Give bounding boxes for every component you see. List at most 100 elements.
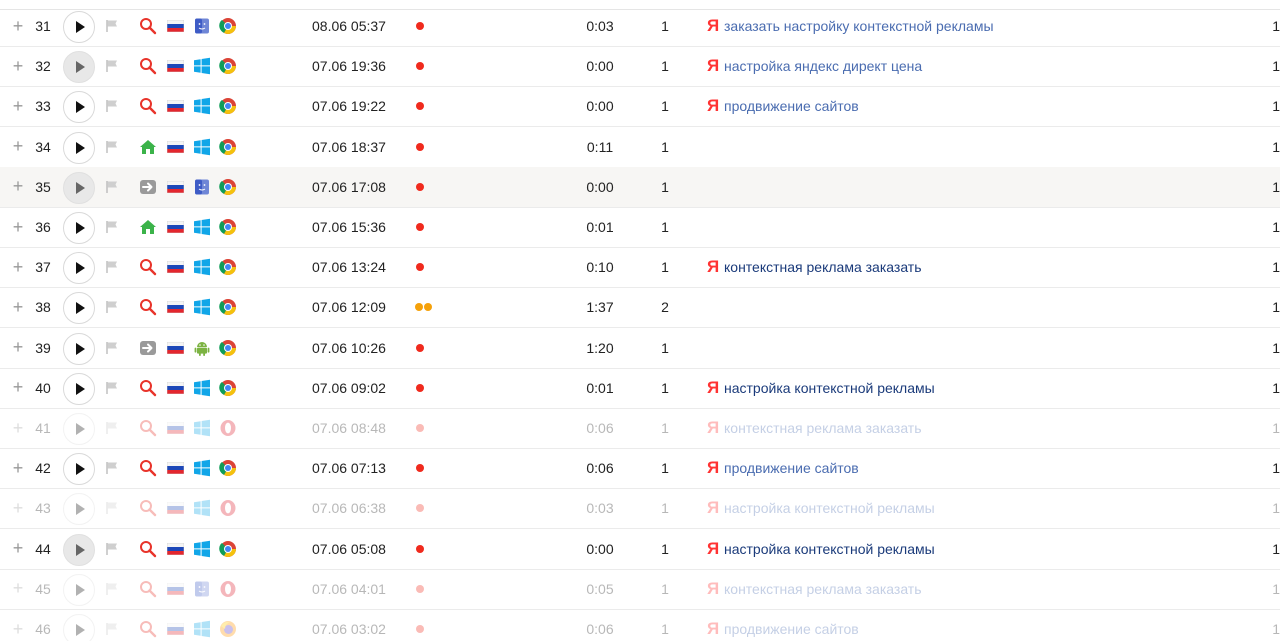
search-query-text[interactable]: настройка контекстной рекламы — [724, 380, 935, 396]
play-recording-button[interactable] — [63, 91, 95, 124]
table-row[interactable]: +37 07.06 13:24 0:10 1 Яконтекстная реклама … — [0, 247, 1280, 289]
flag-icon[interactable] — [104, 488, 120, 528]
visit-datetime[interactable]: 07.06 18:37 — [312, 127, 402, 167]
search-query[interactable]: Яконтекстная реклама заказать — [707, 408, 1227, 448]
search-query[interactable]: Япродвижение сайтов — [707, 86, 1227, 126]
search-query-text[interactable]: заказать настройку контекстной рекламы — [724, 18, 994, 34]
search-query[interactable]: Яконтекстная реклама заказать — [707, 247, 1227, 287]
flag-icon[interactable] — [104, 86, 120, 126]
table-row[interactable]: +46 07.06 03:02 0:06 1 Япродвижение сайтов 1 — [0, 609, 1280, 641]
flag-icon[interactable] — [104, 207, 120, 247]
search-query[interactable]: Япродвижение сайтов — [707, 609, 1227, 641]
table-row[interactable]: +43 07.06 06:38 0:03 1 Янастройка контекстно… — [0, 488, 1280, 530]
flag-icon[interactable] — [104, 408, 120, 448]
visit-datetime[interactable]: 07.06 06:38 — [312, 488, 402, 528]
visit-datetime[interactable]: 07.06 05:08 — [312, 529, 402, 569]
play-recording-button[interactable] — [63, 332, 95, 365]
table-row[interactable]: +32 07.06 19:36 0:00 1 Янастройка яндекс дир… — [0, 46, 1280, 88]
table-row[interactable]: +39 07.06 10:26 1:20 1 1 — [0, 328, 1280, 369]
flag-icon[interactable] — [104, 609, 120, 641]
flag-icon[interactable] — [104, 328, 120, 368]
table-row[interactable]: +45 07.06 04:01 0:05 1 Яконтекстная реклама … — [0, 569, 1280, 610]
search-query[interactable]: Янастройка контекстной рекламы — [707, 529, 1227, 569]
visit-datetime[interactable]: 07.06 19:36 — [312, 46, 402, 86]
search-query-text[interactable]: контекстная реклама заказать — [724, 420, 922, 436]
visit-datetime[interactable]: 07.06 03:02 — [312, 609, 402, 641]
visit-datetime[interactable]: 07.06 10:26 — [312, 328, 402, 368]
flag-icon[interactable] — [104, 368, 120, 408]
expand-plus-icon[interactable]: + — [11, 408, 25, 448]
flag-icon[interactable] — [104, 247, 120, 287]
table-row[interactable]: +41 07.06 08:48 0:06 1 Яконтекстная реклама … — [0, 408, 1280, 449]
visit-datetime[interactable]: 07.06 15:36 — [312, 207, 402, 247]
play-recording-button[interactable] — [63, 171, 95, 204]
flag-icon[interactable] — [104, 6, 120, 46]
expand-plus-icon[interactable]: + — [11, 569, 25, 609]
expand-plus-icon[interactable]: + — [11, 207, 25, 247]
visit-datetime[interactable]: 07.06 17:08 — [312, 167, 402, 207]
play-recording-button[interactable] — [63, 131, 95, 164]
table-row[interactable]: +44 07.06 05:08 0:00 1 Янастройка контекстно… — [0, 529, 1280, 570]
play-recording-button[interactable] — [63, 212, 95, 244]
expand-plus-icon[interactable]: + — [11, 488, 25, 528]
expand-plus-icon[interactable]: + — [11, 448, 25, 488]
table-row[interactable]: +31 08.06 05:37 0:03 1 Язаказать настройку к… — [0, 6, 1280, 47]
table-row[interactable]: +36 07.06 15:36 0:01 1 1 — [0, 207, 1280, 248]
table-row[interactable]: +34 07.06 18:37 0:11 1 1 — [0, 127, 1280, 168]
visit-datetime[interactable]: 07.06 04:01 — [312, 569, 402, 609]
expand-plus-icon[interactable]: + — [11, 6, 25, 46]
play-recording-button[interactable] — [63, 252, 95, 285]
expand-plus-icon[interactable]: + — [11, 529, 25, 569]
search-query-text[interactable]: продвижение сайтов — [724, 98, 859, 114]
expand-plus-icon[interactable]: + — [11, 127, 25, 167]
table-row[interactable]: +42 07.06 07:13 0:06 1 Япродвижение сайтов 1 — [0, 448, 1280, 490]
search-query-text[interactable]: контекстная реклама заказать — [724, 259, 922, 275]
flag-icon[interactable] — [104, 127, 120, 167]
play-recording-button[interactable] — [63, 493, 95, 526]
search-query[interactable]: Янастройка яндекс директ цена — [707, 46, 1227, 86]
search-query[interactable]: Янастройка контекстной рекламы — [707, 368, 1227, 408]
play-recording-button[interactable] — [63, 11, 95, 43]
search-query[interactable]: Язаказать настройку контекстной рекламы — [707, 6, 1227, 46]
table-row[interactable]: +40 07.06 09:02 0:01 1 Янастройка контекстно… — [0, 368, 1280, 409]
play-recording-button[interactable] — [63, 51, 95, 84]
flag-icon[interactable] — [104, 448, 120, 488]
expand-plus-icon[interactable]: + — [11, 368, 25, 408]
search-query-text[interactable]: продвижение сайтов — [724, 460, 859, 476]
expand-plus-icon[interactable]: + — [11, 328, 25, 368]
expand-plus-icon[interactable]: + — [11, 46, 25, 86]
search-query-text[interactable]: настройка контекстной рекламы — [724, 541, 935, 557]
play-recording-button[interactable] — [63, 533, 95, 566]
flag-icon[interactable] — [104, 167, 120, 207]
play-recording-button[interactable] — [63, 413, 95, 445]
expand-plus-icon[interactable]: + — [11, 167, 25, 207]
visit-datetime[interactable]: 08.06 05:37 — [312, 6, 402, 46]
visit-datetime[interactable]: 07.06 07:13 — [312, 448, 402, 488]
flag-icon[interactable] — [104, 529, 120, 569]
visit-datetime[interactable]: 07.06 13:24 — [312, 247, 402, 287]
table-row[interactable]: +33 07.06 19:22 0:00 1 Япродвижение сайтов 1 — [0, 86, 1280, 128]
expand-plus-icon[interactable]: + — [11, 247, 25, 287]
play-recording-button[interactable] — [63, 372, 95, 405]
play-recording-button[interactable] — [63, 573, 95, 606]
search-query[interactable]: Янастройка контекстной рекламы — [707, 488, 1227, 528]
play-recording-button[interactable] — [63, 453, 95, 486]
visit-datetime[interactable]: 07.06 09:02 — [312, 368, 402, 408]
search-query-text[interactable]: настройка контекстной рекламы — [724, 500, 935, 516]
search-query-text[interactable]: контекстная реклама заказать — [724, 581, 922, 597]
table-row[interactable]: +38 07.06 12:09 1:37 2 1 — [0, 287, 1280, 329]
flag-icon[interactable] — [104, 569, 120, 609]
flag-icon[interactable] — [104, 46, 120, 86]
table-row[interactable]: +35 07.06 17:08 0:00 1 1 — [0, 166, 1280, 208]
search-query[interactable]: Япродвижение сайтов — [707, 448, 1227, 488]
search-query[interactable]: Яконтекстная реклама заказать — [707, 569, 1227, 609]
search-query-text[interactable]: настройка яндекс директ цена — [724, 58, 922, 74]
expand-plus-icon[interactable]: + — [11, 86, 25, 126]
expand-plus-icon[interactable]: + — [11, 287, 25, 327]
expand-plus-icon[interactable]: + — [11, 609, 25, 641]
search-query-text[interactable]: продвижение сайтов — [724, 621, 859, 637]
visit-datetime[interactable]: 07.06 08:48 — [312, 408, 402, 448]
play-recording-button[interactable] — [63, 292, 95, 325]
visit-datetime[interactable]: 07.06 12:09 — [312, 287, 402, 327]
visit-datetime[interactable]: 07.06 19:22 — [312, 86, 402, 126]
